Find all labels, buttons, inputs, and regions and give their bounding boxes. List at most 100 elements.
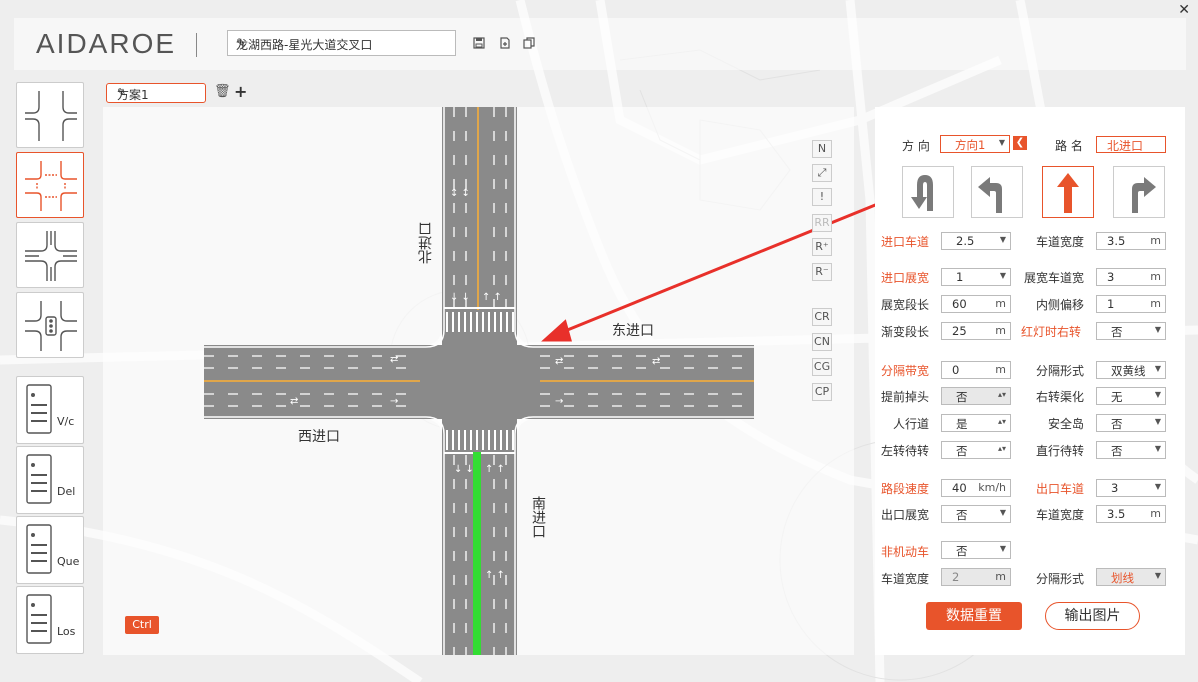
- chevron-down-icon: ▼: [1154, 571, 1161, 580]
- cg-button[interactable]: CG: [812, 358, 832, 376]
- chevron-down-icon: ▼: [999, 544, 1006, 553]
- segment-speed-label: 路段速度: [881, 482, 930, 496]
- right-channel-label: 右转渠化: [1036, 390, 1085, 404]
- direction-select[interactable]: 方向1 ▼: [940, 135, 1010, 153]
- lane-width-label: 车道宽度: [1036, 235, 1085, 249]
- rr-button[interactable]: RR: [812, 214, 832, 232]
- u-turn-button[interactable]: [902, 166, 954, 218]
- svg-text:↕ ↕: ↕ ↕: [450, 188, 470, 199]
- widen-length-value: 60: [952, 297, 967, 311]
- chevron-down-icon: ▼: [998, 138, 1005, 147]
- svg-text:↑ ↑: ↑ ↑: [485, 570, 505, 581]
- unit-label: m: [995, 570, 1006, 583]
- exit-lanes-value: 3: [1111, 481, 1119, 495]
- right-turn-button[interactable]: [1113, 166, 1165, 218]
- road-label-north: 北进口: [418, 222, 434, 264]
- red-right-turn-select[interactable]: 否 ▼: [1096, 322, 1166, 340]
- entry-lanes-label: 进口车道: [881, 235, 930, 249]
- svg-text:⇄: ⇄: [290, 396, 298, 407]
- exit-widen-label: 出口展宽: [881, 508, 930, 522]
- median-width-input[interactable]: 0m: [941, 361, 1011, 379]
- chevron-down-icon: ▼: [999, 271, 1006, 280]
- stepper-icon: ▴▾: [997, 444, 1006, 453]
- svg-text:⇄: ⇄: [390, 354, 398, 365]
- u-turn-icon: [911, 175, 933, 211]
- entry-lanes-select[interactable]: 2.5 ▼: [941, 232, 1011, 250]
- segment-speed-input[interactable]: 40 km/h: [941, 479, 1011, 497]
- ctrl-button[interactable]: Ctrl: [125, 616, 159, 634]
- svg-text:→: →: [390, 396, 398, 407]
- north-button[interactable]: N: [812, 140, 832, 158]
- nm-lane-width-input[interactable]: 2m: [941, 568, 1011, 586]
- median-type-select[interactable]: 双黄线 ▼: [1096, 361, 1166, 379]
- road-name-input[interactable]: 北进口: [1096, 136, 1166, 153]
- crosswalk-label: 人行道: [893, 417, 930, 431]
- chevron-down-icon: ▼: [1154, 325, 1161, 334]
- cp-button[interactable]: CP: [812, 383, 832, 401]
- straight-wait-select[interactable]: 否 ▼: [1096, 441, 1166, 459]
- reset-data-button[interactable]: 数据重置: [926, 602, 1022, 630]
- entry-widen-label: 进口展宽: [881, 271, 930, 285]
- exit-lane-width-label: 车道宽度: [1036, 508, 1085, 522]
- entry-widen-select[interactable]: 1 ▼: [941, 268, 1011, 286]
- road-label-east: 东进口: [612, 323, 654, 339]
- early-uturn-value: 否: [956, 390, 968, 404]
- widen-lane-width-input[interactable]: 3m: [1096, 268, 1166, 286]
- taper-length-label: 渐变段长: [881, 325, 930, 339]
- chevron-down-icon: ▼: [999, 235, 1006, 244]
- left-wait-label: 左转待转: [881, 444, 930, 458]
- safety-island-select[interactable]: 否 ▼: [1096, 414, 1166, 432]
- entry-widen-value: 1: [956, 270, 964, 284]
- svg-text:↓ ↓: ↓ ↓: [450, 292, 470, 303]
- unit-label: m: [1150, 234, 1161, 247]
- exit-lanes-select[interactable]: 3 ▼: [1096, 479, 1166, 497]
- non-motor-select[interactable]: 否 ▼: [941, 541, 1011, 559]
- straight-button[interactable]: [1042, 166, 1094, 218]
- exit-widen-select[interactable]: 否 ▼: [941, 505, 1011, 523]
- right-channel-value: 无: [1111, 390, 1123, 404]
- exit-lane-width-value: 3.5: [1107, 507, 1126, 521]
- stepper-icon: ▴▾: [997, 390, 1006, 399]
- left-wait-select[interactable]: 否 ▴▾: [941, 441, 1011, 459]
- crosswalk-select[interactable]: 是 ▴▾: [941, 414, 1011, 432]
- unit-label: m: [995, 363, 1006, 376]
- direction-label: 方 向: [902, 139, 930, 153]
- exit-lane-width-input[interactable]: 3.5 m: [1096, 505, 1166, 523]
- exit-lanes-label: 出口车道: [1036, 482, 1085, 496]
- right-channel-select[interactable]: 无 ▼: [1096, 387, 1166, 405]
- inner-offset-label: 内侧偏移: [1036, 298, 1085, 312]
- chevron-down-icon: ▼: [1154, 364, 1161, 373]
- widen-length-input[interactable]: 60 m: [941, 295, 1011, 313]
- nm-lane-width-label: 车道宽度: [881, 572, 930, 586]
- svg-text:⇄: ⇄: [652, 356, 660, 367]
- left-turn-button[interactable]: [971, 166, 1023, 218]
- chevron-down-icon: ▼: [1154, 482, 1161, 491]
- chevron-left-icon[interactable]: ❮: [1013, 136, 1027, 150]
- red-right-turn-value: 否: [1111, 325, 1123, 339]
- straight-wait-label: 直行待转: [1036, 444, 1085, 458]
- right-turn-icon: [1132, 177, 1156, 213]
- nm-sep-type-value: 划线: [1111, 571, 1134, 585]
- cn-button[interactable]: CN: [812, 333, 832, 351]
- svg-text:↑ ↑: ↑ ↑: [485, 464, 505, 475]
- rotate-minus-button[interactable]: R⁻: [812, 263, 832, 281]
- early-uturn-select[interactable]: 否 ▴▾: [941, 387, 1011, 405]
- taper-length-input[interactable]: 25 m: [941, 322, 1011, 340]
- svg-text:↑ ↑: ↑ ↑: [482, 292, 502, 303]
- expand-button[interactable]: ⤢: [812, 164, 832, 182]
- unit-label: m: [995, 297, 1006, 310]
- warning-button[interactable]: !: [812, 188, 832, 206]
- median-type-value: 双黄线: [1111, 364, 1146, 378]
- lane-width-input[interactable]: 3.5 m: [1096, 232, 1166, 250]
- chevron-down-icon: ▼: [1154, 390, 1161, 399]
- left-turn-icon: [978, 177, 1002, 213]
- rotate-plus-button[interactable]: R⁺: [812, 238, 832, 256]
- export-image-button[interactable]: 输出图片: [1045, 602, 1140, 630]
- lane-width-value: 3.5: [1107, 234, 1126, 248]
- inner-offset-input[interactable]: 1m: [1096, 295, 1166, 313]
- segment-speed-value: 40: [952, 481, 967, 495]
- cr-button[interactable]: CR: [812, 308, 832, 326]
- direction-value: 方向1: [955, 138, 986, 152]
- nm-sep-type-select[interactable]: 划线 ▼: [1096, 568, 1166, 586]
- median-type-label: 分隔形式: [1036, 364, 1085, 378]
